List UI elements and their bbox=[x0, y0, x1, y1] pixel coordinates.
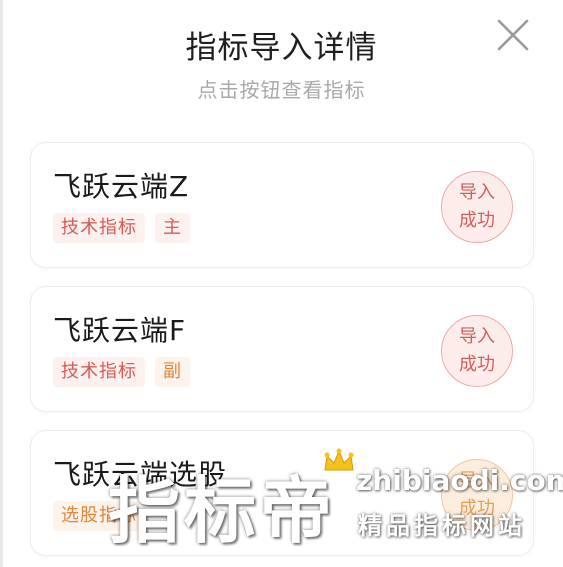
stamp-line-2: 成功 bbox=[459, 210, 495, 231]
indicator-name: 飞跃云端Z bbox=[53, 170, 190, 203]
watermark-logo: 指标帝 bbox=[108, 469, 337, 553]
tag-type: 技术指标 bbox=[53, 213, 145, 243]
stamp-line-1: 导入 bbox=[459, 326, 495, 347]
indicator-card-2[interactable]: 飞跃云端F 技术指标 副 导入 成功 bbox=[30, 286, 534, 412]
tag-group: 技术指标 副 bbox=[53, 357, 190, 387]
tag-group: 技术指标 主 bbox=[53, 213, 190, 243]
import-success-stamp: 导入 成功 bbox=[441, 315, 513, 387]
tag-role: 副 bbox=[155, 357, 190, 387]
indicator-card-1[interactable]: 飞跃云端Z 技术指标 主 导入 成功 bbox=[30, 142, 534, 268]
stamp-line-1: 导入 bbox=[459, 182, 495, 203]
watermark-slogan: 精品指标网站 bbox=[358, 512, 526, 540]
stamp-line-2: 成功 bbox=[459, 354, 495, 375]
dialog-title: 指标导入详情 bbox=[185, 30, 378, 66]
close-icon[interactable] bbox=[496, 18, 530, 52]
tag-role: 主 bbox=[155, 213, 190, 243]
import-success-stamp: 导入 成功 bbox=[441, 171, 513, 243]
tag-type: 技术指标 bbox=[53, 357, 145, 387]
indicator-name: 飞跃云端F bbox=[53, 314, 187, 347]
dialog-subtitle: 点击按钮查看指标 bbox=[197, 78, 366, 102]
watermark-url: zhibiaodi.com bbox=[356, 464, 563, 497]
